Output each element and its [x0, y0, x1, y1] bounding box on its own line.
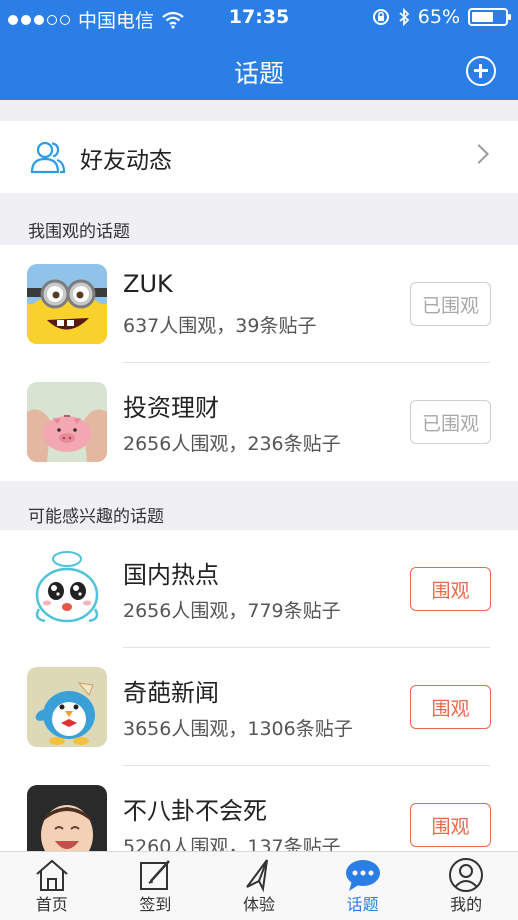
topic-meta: 2656人围观，779条贴子 — [123, 600, 341, 622]
tab-profile[interactable]: 我的 — [414, 852, 518, 920]
tab-topics[interactable]: 话题 — [311, 852, 415, 920]
topic-thumbnail-minion — [27, 264, 107, 344]
follow-button[interactable]: 围观 — [410, 567, 491, 611]
topic-thumbnail-cartoon — [27, 549, 107, 629]
topic-thumbnail-penguin — [27, 667, 107, 747]
tab-label: 签到 — [139, 895, 172, 914]
follow-button[interactable]: 围观 — [410, 685, 491, 729]
home-icon — [36, 859, 68, 891]
followed-button[interactable]: 已围观 — [410, 282, 491, 326]
list-item[interactable]: ZUK 637人围观，39条贴子 已围观 — [0, 245, 518, 363]
topic-name: 奇葩新闻 — [123, 679, 219, 707]
tab-label: 我的 — [450, 895, 483, 914]
friends-activity-label: 好友动态 — [80, 148, 172, 174]
nav-bar: 话题 — [0, 36, 518, 100]
tab-bar: 首页 签到 体验 话题 我的 — [0, 851, 518, 920]
topic-name: ZUK — [123, 270, 173, 298]
paper-plane-icon — [246, 859, 268, 893]
tab-label: 话题 — [346, 895, 379, 914]
tab-label: 体验 — [242, 895, 275, 914]
section-followed-title: 我围观的话题 — [28, 222, 130, 242]
topic-meta: 637人围观，39条贴子 — [123, 315, 317, 337]
followed-button[interactable]: 已围观 — [410, 400, 491, 444]
list-item[interactable]: 国内热点 2656人围观，779条贴子 围观 — [0, 530, 518, 648]
topic-meta: 2656人围观，236条贴子 — [123, 433, 341, 455]
followed-topic-list: ZUK 637人围观，39条贴子 已围观 投资理财 2656人围观，236条贴子… — [0, 245, 518, 481]
tab-experience[interactable]: 体验 — [207, 852, 311, 920]
status-right: 65% — [372, 6, 511, 28]
rotation-lock-icon — [372, 9, 389, 25]
friends-activity-row[interactable]: 好友动态 — [0, 121, 518, 193]
status-bar: 中国电信 17:35 65% — [0, 0, 518, 36]
tab-checkin[interactable]: 签到 — [104, 852, 208, 920]
bluetooth-icon — [399, 8, 410, 26]
battery-level — [472, 12, 493, 22]
topic-name: 投资理财 — [123, 394, 219, 422]
suggested-topic-list: 国内热点 2656人围观，779条贴子 围观 奇葩新闻 3656人围观，1306… — [0, 530, 518, 884]
chevron-right-icon — [469, 144, 489, 164]
battery-percent: 65% — [417, 6, 460, 28]
list-item[interactable]: 投资理财 2656人围观，236条贴子 已围观 — [0, 363, 518, 481]
tab-label: 首页 — [35, 895, 68, 914]
edit-icon — [140, 860, 171, 890]
list-item[interactable]: 奇葩新闻 3656人围观，1306条贴子 围观 — [0, 648, 518, 766]
tab-home[interactable]: 首页 — [0, 852, 104, 920]
topic-meta: 3656人围观，1306条贴子 — [123, 718, 353, 740]
topic-name: 不八卦不会死 — [123, 797, 267, 825]
battery-icon — [468, 8, 511, 26]
user-icon — [449, 858, 484, 892]
topic-thumbnail-piggy-bank — [27, 382, 107, 462]
page-title: 话题 — [233, 59, 284, 88]
chat-bubble-icon — [345, 860, 380, 891]
users-icon — [30, 141, 66, 174]
plus-circle-icon[interactable] — [466, 56, 496, 86]
section-suggested-title: 可能感兴趣的话题 — [28, 507, 164, 527]
topic-name: 国内热点 — [123, 561, 219, 589]
follow-button[interactable]: 围观 — [410, 803, 491, 847]
